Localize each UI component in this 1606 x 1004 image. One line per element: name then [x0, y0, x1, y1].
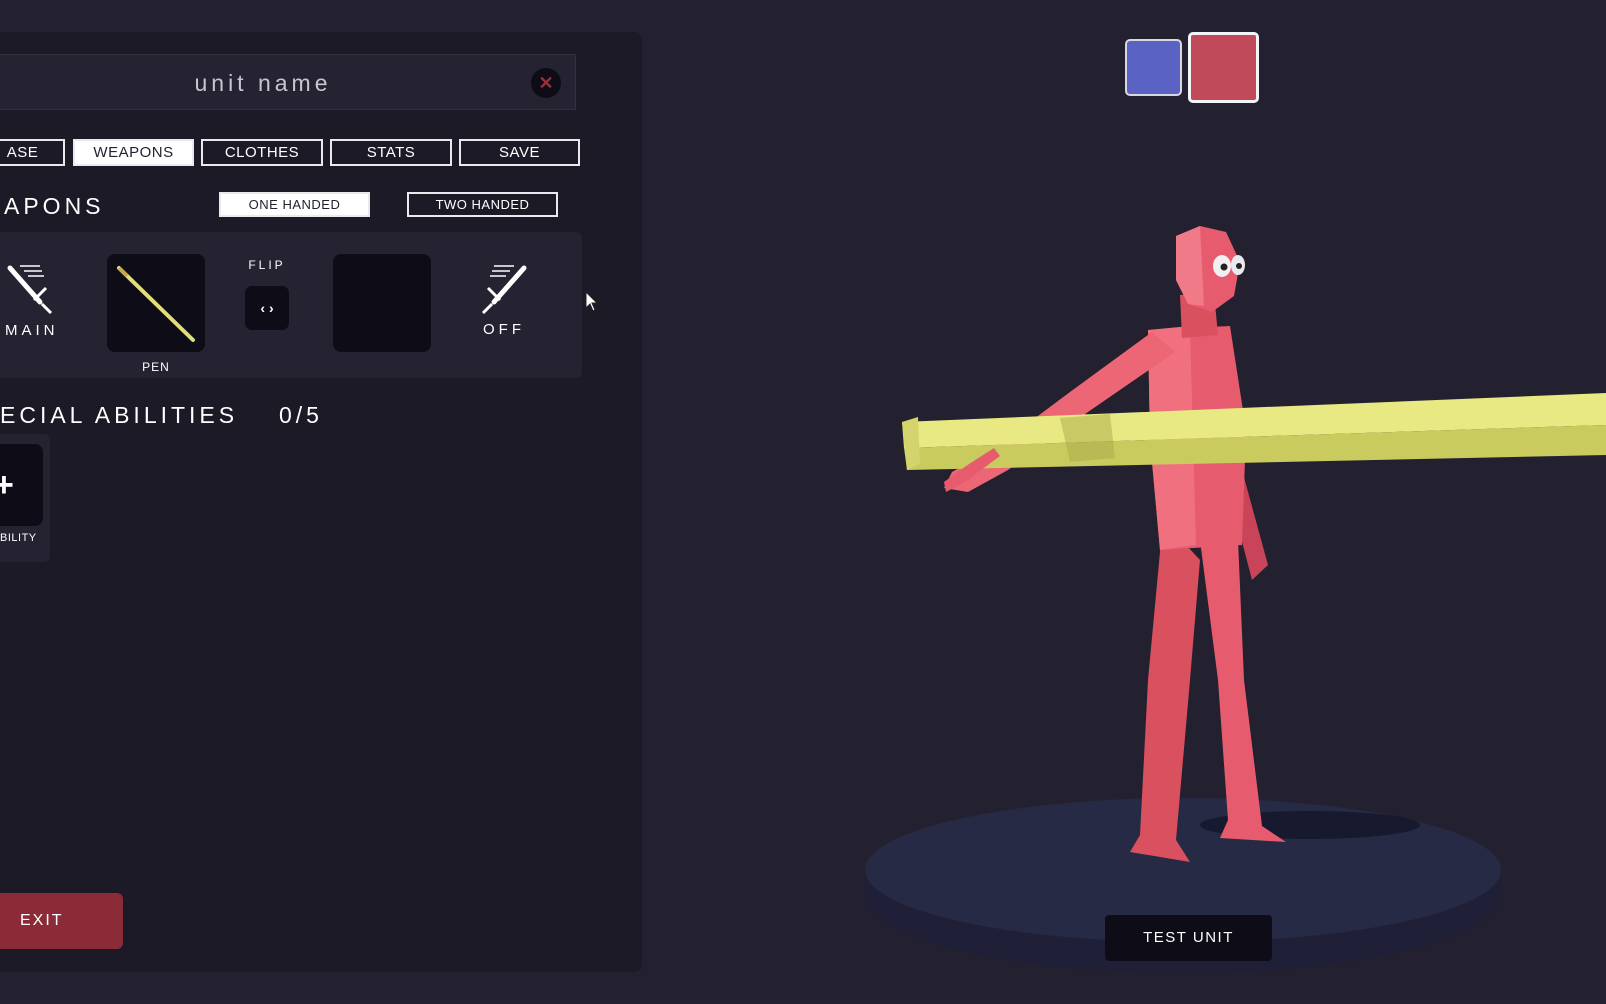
mouse-cursor-icon	[585, 291, 599, 312]
main-weapon-slot[interactable]	[107, 254, 205, 352]
flip-button[interactable]: ‹ ›	[245, 286, 289, 330]
flip-label: FLIP	[248, 258, 286, 272]
plus-icon: +	[0, 466, 14, 504]
sword-icon	[481, 265, 527, 314]
close-icon[interactable]: ✕	[531, 68, 561, 98]
unit-name-bar[interactable]: unit name	[0, 54, 576, 110]
tab-base[interactable]: ASE	[0, 139, 65, 166]
special-abilities-title: ECIAL ABILITIES	[0, 402, 239, 428]
add-ability-label: BILITY	[0, 532, 37, 544]
exit-button[interactable]: EXIT	[0, 893, 123, 949]
pen-weapon-model	[902, 393, 1606, 470]
main-weapon-name: PEN	[142, 360, 170, 374]
tab-weapons[interactable]: WEAPONS	[73, 139, 194, 166]
two-handed-toggle[interactable]: TWO HANDED	[407, 192, 558, 217]
off-hand-label: OFF	[483, 321, 525, 338]
tab-stats[interactable]: STATS	[330, 139, 452, 166]
one-handed-toggle[interactable]: ONE HANDED	[219, 192, 370, 217]
team-red-swatch[interactable]	[1188, 32, 1259, 103]
add-ability-button[interactable]: +	[0, 444, 43, 526]
tab-save[interactable]: SAVE	[459, 139, 580, 166]
test-unit-button[interactable]: TEST UNIT	[1105, 915, 1272, 961]
unit-hand	[944, 448, 1000, 492]
main-hand-label: MAIN	[5, 322, 59, 339]
sword-icon	[7, 265, 53, 314]
unit-figure	[944, 226, 1286, 862]
pen-icon	[117, 266, 195, 342]
weapons-section-title: APONS	[4, 193, 105, 219]
unit-name-input[interactable]: unit name	[0, 55, 526, 111]
abilities-count: 0/5	[279, 402, 323, 428]
exit-label: EXIT	[20, 912, 64, 929]
unit-editor-panel	[0, 32, 642, 972]
team-blue-swatch[interactable]	[1125, 39, 1182, 96]
tab-clothes[interactable]: CLOTHES	[201, 139, 323, 166]
off-weapon-slot[interactable]	[333, 254, 431, 352]
